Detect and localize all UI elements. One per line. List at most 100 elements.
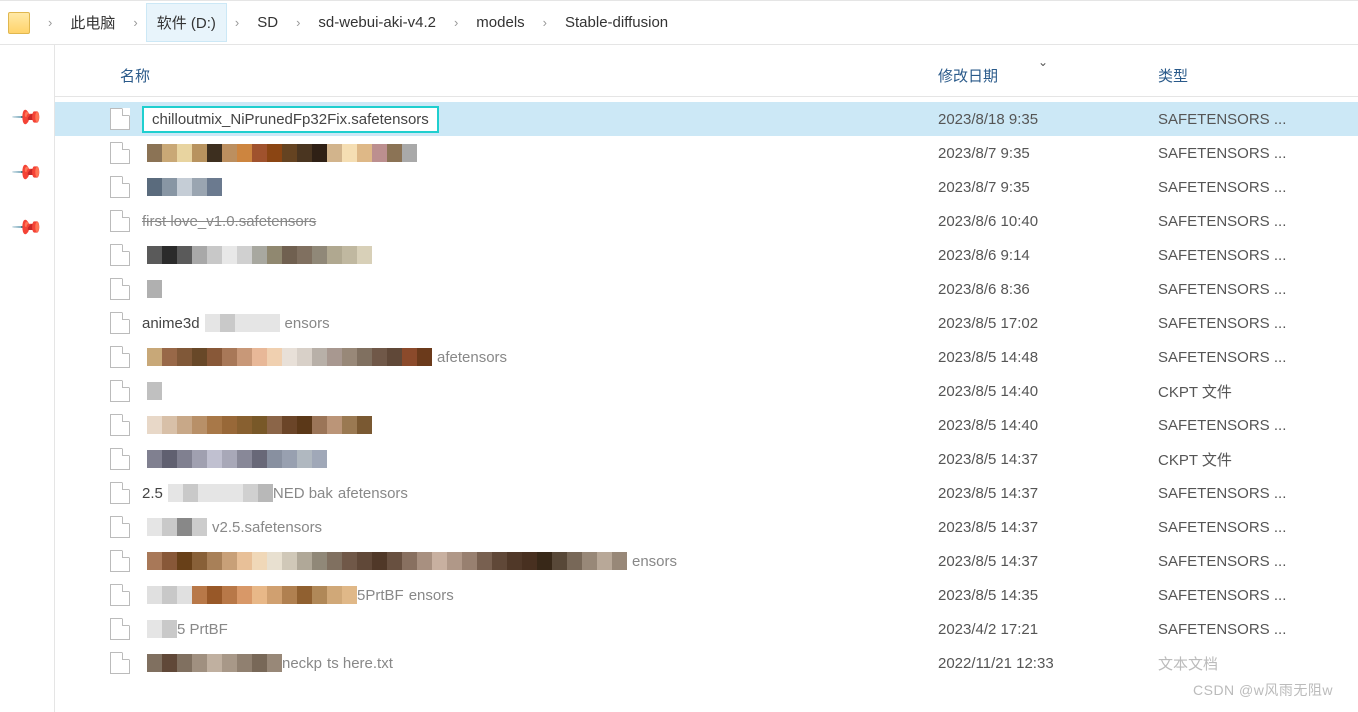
pin-icon[interactable]: 📌	[9, 100, 44, 135]
file-name: 2.5 NED bak afetensors	[142, 484, 938, 502]
file-icon	[110, 516, 130, 538]
file-type: SAFETENSORS ...	[1158, 281, 1358, 298]
file-name	[142, 246, 938, 264]
file-row[interactable]: ensors2023/8/5 14:37SAFETENSORS ...	[55, 544, 1358, 578]
file-name: 5 PrtBF	[142, 620, 938, 638]
file-type: SAFETENSORS ...	[1158, 349, 1358, 366]
file-date: 2023/8/5 14:40	[938, 417, 1158, 434]
file-icon	[110, 550, 130, 572]
file-row[interactable]: 2023/8/5 14:40SAFETENSORS ...	[55, 408, 1358, 442]
file-name: first love_v1.0.safetensors	[142, 213, 938, 230]
file-date: 2023/8/5 14:48	[938, 349, 1158, 366]
file-icon	[110, 482, 130, 504]
breadcrumb-bar: › 此电脑 › 软件 (D:) › SD › sd-webui-aki-v4.2…	[0, 0, 1358, 45]
file-row[interactable]: 2023/8/7 9:35SAFETENSORS ...	[55, 136, 1358, 170]
file-date: 2023/8/5 14:37	[938, 485, 1158, 502]
file-name: anime3densors	[142, 314, 938, 332]
file-icon	[110, 142, 130, 164]
file-date: 2023/8/5 14:35	[938, 587, 1158, 604]
file-date: 2023/8/5 14:37	[938, 553, 1158, 570]
file-type: SAFETENSORS ...	[1158, 111, 1358, 128]
file-type: SAFETENSORS ...	[1158, 587, 1358, 604]
file-name: neckp ts here.txt	[142, 654, 938, 672]
chevron-right-icon: ›	[446, 15, 466, 30]
file-row[interactable]: 2023/8/7 9:35SAFETENSORS ...	[55, 170, 1358, 204]
file-date: 2023/8/18 9:35	[938, 111, 1158, 128]
chevron-down-icon: ⌄	[1038, 55, 1048, 69]
chevron-right-icon: ›	[535, 15, 555, 30]
file-row[interactable]: 2.5 NED bak afetensors2023/8/5 14:37SAFE…	[55, 476, 1358, 510]
file-name	[142, 450, 938, 468]
quick-access-sidebar: 📌 📌 📌	[0, 45, 55, 712]
file-name	[142, 416, 938, 434]
breadcrumb-item[interactable]: Stable-diffusion	[555, 6, 678, 39]
file-date: 2023/8/6 8:36	[938, 281, 1158, 298]
file-date: 2023/8/5 14:37	[938, 451, 1158, 468]
file-row[interactable]: v2.5.safetensors2023/8/5 14:37SAFETENSOR…	[55, 510, 1358, 544]
file-date: 2023/8/5 17:02	[938, 315, 1158, 332]
header-type[interactable]: 类型	[1158, 65, 1358, 86]
file-date: 2023/8/6 10:40	[938, 213, 1158, 230]
pin-icon[interactable]: 📌	[9, 210, 44, 245]
file-row[interactable]: chilloutmix_NiPrunedFp32Fix.safetensors2…	[55, 102, 1358, 136]
breadcrumb-item[interactable]: 软件 (D:)	[146, 3, 227, 42]
file-icon	[110, 176, 130, 198]
file-name: ensors	[142, 552, 938, 570]
file-row[interactable]: afetensors2023/8/5 14:48SAFETENSORS ...	[55, 340, 1358, 374]
file-name	[142, 280, 938, 298]
watermark: CSDN @w风雨无阻w	[1193, 680, 1333, 700]
file-row[interactable]: 2023/8/5 14:37CKPT 文件	[55, 442, 1358, 476]
file-row[interactable]: 2023/8/6 9:14SAFETENSORS ...	[55, 238, 1358, 272]
file-row[interactable]: 5 PrtBF 2023/4/2 17:21SAFETENSORS ...	[55, 612, 1358, 646]
file-icon	[110, 652, 130, 674]
file-icon	[110, 108, 130, 130]
file-row[interactable]: 2023/8/6 8:36SAFETENSORS ...	[55, 272, 1358, 306]
header-name[interactable]: 名称	[110, 65, 938, 86]
file-date: 2023/8/5 14:37	[938, 519, 1158, 536]
file-row[interactable]: neckp ts here.txt2022/11/21 12:33文本文档	[55, 646, 1358, 680]
breadcrumb-item[interactable]: 此电脑	[60, 4, 125, 41]
file-icon	[110, 244, 130, 266]
chevron-right-icon: ›	[288, 15, 308, 30]
file-type: SAFETENSORS ...	[1158, 247, 1358, 264]
file-type: SAFETENSORS ...	[1158, 315, 1358, 332]
file-type: SAFETENSORS ...	[1158, 519, 1358, 536]
file-name: chilloutmix_NiPrunedFp32Fix.safetensors	[142, 106, 938, 133]
file-row[interactable]: 5PrtBF ensors2023/8/5 14:35SAFETENSORS .…	[55, 578, 1358, 612]
chevron-right-icon: ›	[125, 15, 145, 30]
file-type: SAFETENSORS ...	[1158, 179, 1358, 196]
file-name: 5PrtBF ensors	[142, 586, 938, 604]
file-name	[142, 178, 938, 196]
file-list: chilloutmix_NiPrunedFp32Fix.safetensors2…	[55, 97, 1358, 680]
file-row[interactable]: first love_v1.0.safetensors2023/8/6 10:4…	[55, 204, 1358, 238]
file-date: 2023/8/7 9:35	[938, 179, 1158, 196]
pin-icon[interactable]: 📌	[9, 155, 44, 190]
file-icon	[110, 210, 130, 232]
file-icon	[110, 278, 130, 300]
breadcrumb-item[interactable]: SD	[247, 6, 288, 39]
file-date: 2023/4/2 17:21	[938, 621, 1158, 638]
file-name: afetensors	[142, 348, 938, 366]
file-row[interactable]: 2023/8/5 14:40CKPT 文件	[55, 374, 1358, 408]
file-type: SAFETENSORS ...	[1158, 621, 1358, 638]
file-type: SAFETENSORS ...	[1158, 213, 1358, 230]
breadcrumb-item[interactable]: models	[466, 6, 534, 39]
file-name	[142, 382, 938, 400]
chevron-right-icon: ›	[40, 15, 60, 30]
file-icon	[110, 346, 130, 368]
file-date: 2022/11/21 12:33	[938, 655, 1158, 672]
header-date[interactable]: ⌄ 修改日期	[938, 65, 1158, 86]
chevron-right-icon: ›	[227, 15, 247, 30]
file-icon	[110, 448, 130, 470]
file-type: 文本文档	[1158, 653, 1358, 674]
breadcrumb-item[interactable]: sd-webui-aki-v4.2	[308, 6, 446, 39]
file-date: 2023/8/5 14:40	[938, 383, 1158, 400]
file-type: SAFETENSORS ...	[1158, 145, 1358, 162]
file-row[interactable]: anime3densors2023/8/5 17:02SAFETENSORS .…	[55, 306, 1358, 340]
column-headers: 名称 ⌄ 修改日期 类型	[55, 55, 1358, 97]
file-type: CKPT 文件	[1158, 381, 1358, 402]
file-type: SAFETENSORS ...	[1158, 417, 1358, 434]
file-icon	[110, 380, 130, 402]
file-date: 2023/8/7 9:35	[938, 145, 1158, 162]
file-name: v2.5.safetensors	[142, 518, 938, 536]
